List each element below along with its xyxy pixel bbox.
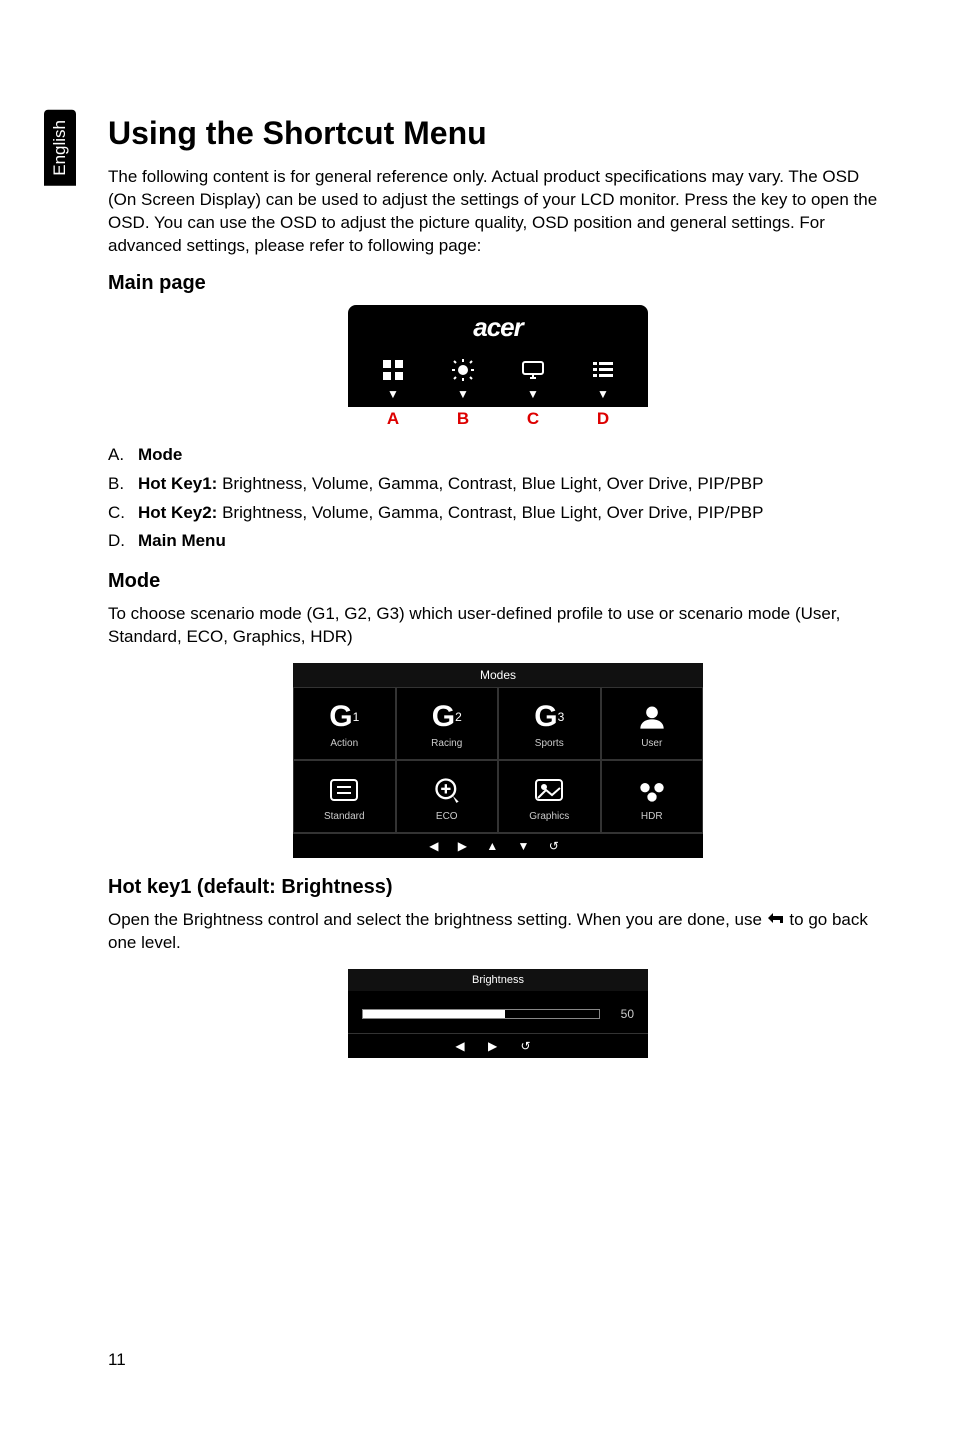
hotkey1-heading: Hot key1 (default: Brightness) [108, 876, 888, 899]
list-bold: Main Menu [138, 531, 226, 550]
osd-icon-row: ▼ ▼ ▼ ▼ [348, 355, 648, 403]
letter-c: C [503, 409, 563, 429]
brightness-icon [433, 355, 493, 385]
mode-label: User [602, 738, 703, 749]
mode-tile-eco: ECO [396, 760, 499, 833]
list-body: Mode [138, 441, 888, 470]
page-number: 11 [108, 1350, 126, 1370]
menu-list-icon [573, 355, 633, 385]
standard-icon [294, 773, 395, 807]
list-rest: Brightness, Volume, Gamma, Contrast, Blu… [217, 503, 763, 522]
list-bold: Hot Key1: [138, 474, 217, 493]
back-arrow-icon [767, 909, 785, 932]
language-tab: English [44, 110, 76, 186]
down-arrow-icon: ▼ [503, 387, 563, 401]
list-marker: C. [108, 499, 138, 528]
list-item: A. Mode [108, 441, 888, 470]
list-bold: Hot Key2: [138, 503, 217, 522]
user-icon [602, 700, 703, 734]
down-arrow-icon: ▼ [363, 387, 423, 401]
mode-label: ECO [397, 811, 498, 822]
brightness-slider-track [362, 1009, 600, 1019]
letter-a: A [363, 409, 423, 429]
hdr-icon [602, 773, 703, 807]
mode-tile-hdr: HDR [601, 760, 704, 833]
osd-menu-cell: ▼ [573, 355, 633, 401]
brightness-body: 50 [348, 991, 648, 1033]
osd-main-figure: acer ▼ ▼ ▼ [348, 305, 648, 429]
list-item: B. Hot Key1: Brightness, Volume, Gamma, … [108, 470, 888, 499]
mode-heading: Mode [108, 570, 888, 593]
osd-hotkey1-cell: ▼ [433, 355, 493, 401]
hotkey1-text-a: Open the Brightness control and select t… [108, 910, 767, 929]
modes-grid: G1 Action G2 Racing G3 Sports User [293, 687, 703, 833]
intro-paragraph: The following content is for general ref… [108, 166, 888, 258]
mode-label: Standard [294, 811, 395, 822]
g3-icon: G3 [499, 700, 600, 734]
mode-tile-g2: G2 Racing [396, 687, 499, 760]
list-marker: A. [108, 441, 138, 470]
list-rest: Brightness, Volume, Gamma, Contrast, Blu… [217, 474, 763, 493]
brightness-slider-fill [363, 1010, 505, 1018]
eco-icon [397, 773, 498, 807]
brightness-header: Brightness [348, 969, 648, 991]
mode-label: Action [294, 738, 395, 749]
mode-label: Racing [397, 738, 498, 749]
brightness-nav: ◀ ▶ ↺ [348, 1033, 648, 1058]
acer-logo: acer [348, 305, 648, 355]
shortcut-list: A. Mode B. Hot Key1: Brightness, Volume,… [108, 441, 888, 557]
brightness-value: 50 [610, 1007, 634, 1021]
list-body: Hot Key1: Brightness, Volume, Gamma, Con… [138, 470, 888, 499]
mode-tile-standard: Standard [293, 760, 396, 833]
down-arrow-icon: ▼ [573, 387, 633, 401]
mode-tile-g3: G3 Sports [498, 687, 601, 760]
page-title: Using the Shortcut Menu [108, 115, 888, 152]
list-marker: D. [108, 527, 138, 556]
mode-text: To choose scenario mode (G1, G2, G3) whi… [108, 603, 888, 649]
grid-icon [363, 355, 423, 385]
letter-b: B [433, 409, 493, 429]
mode-tile-graphics: Graphics [498, 760, 601, 833]
graphics-icon [499, 773, 600, 807]
osd-letter-row: A B C D [348, 407, 648, 429]
osd-mode-cell: ▼ [363, 355, 423, 401]
mode-tile-g1: G1 Action [293, 687, 396, 760]
mode-label: Graphics [499, 811, 600, 822]
letter-d: D [573, 409, 633, 429]
g2-icon: G2 [397, 700, 498, 734]
g1-icon: G1 [294, 700, 395, 734]
modes-nav-bar: ◀ ▶ ▲ ▼ ↺ [293, 833, 703, 858]
osd-hotkey2-cell: ▼ [503, 355, 563, 401]
down-arrow-icon: ▼ [433, 387, 493, 401]
brightness-panel: Brightness 50 ◀ ▶ ↺ [348, 969, 648, 1058]
hotkey1-text: Open the Brightness control and select t… [108, 909, 888, 955]
list-body: Main Menu [138, 527, 888, 556]
list-bold: Mode [138, 445, 182, 464]
list-marker: B. [108, 470, 138, 499]
mode-label: Sports [499, 738, 600, 749]
list-item: D. Main Menu [108, 527, 888, 556]
modes-panel: Modes G1 Action G2 Racing G3 Sports User [293, 663, 703, 858]
mode-tile-user: User [601, 687, 704, 760]
modes-panel-header: Modes [293, 663, 703, 687]
input-icon [503, 355, 563, 385]
list-body: Hot Key2: Brightness, Volume, Gamma, Con… [138, 499, 888, 528]
osd-panel: acer ▼ ▼ ▼ [348, 305, 648, 407]
page-content: Using the Shortcut Menu The following co… [108, 115, 888, 1058]
mode-label: HDR [602, 811, 703, 822]
main-page-heading: Main page [108, 272, 888, 295]
list-item: C. Hot Key2: Brightness, Volume, Gamma, … [108, 499, 888, 528]
